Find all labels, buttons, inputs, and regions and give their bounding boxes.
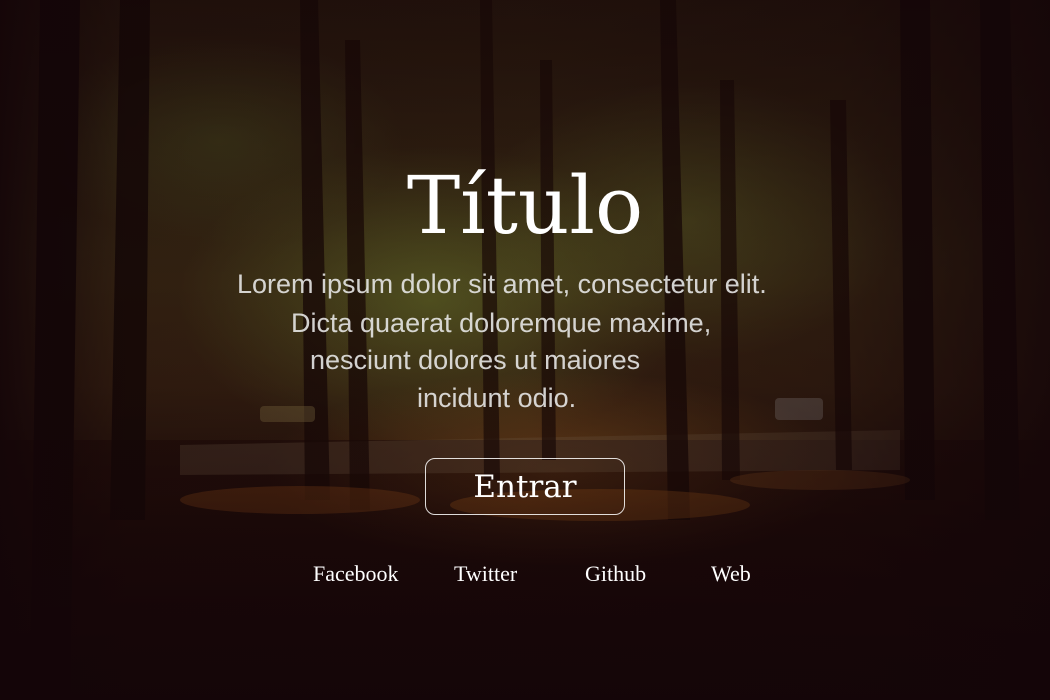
description-line: Dicta quaerat doloremque maxime, [291, 308, 712, 338]
social-link-github[interactable]: Github [585, 560, 646, 588]
social-link-facebook[interactable]: Facebook [313, 560, 399, 588]
social-link-web[interactable]: Web [711, 560, 751, 588]
page-title: Título [406, 159, 644, 252]
description-line: Lorem ipsum dolor sit amet, consectetur … [237, 269, 767, 299]
hero-background: Título Lorem ipsum dolor sit amet, conse… [0, 0, 1050, 700]
hero-content: Título Lorem ipsum dolor sit amet, conse… [0, 0, 1050, 700]
description-line: nesciunt dolores ut maiores [310, 345, 641, 375]
description-line: incidunt odio. [417, 383, 577, 413]
social-link-twitter[interactable]: Twitter [454, 560, 517, 588]
enter-button[interactable]: Entrar [425, 458, 625, 515]
